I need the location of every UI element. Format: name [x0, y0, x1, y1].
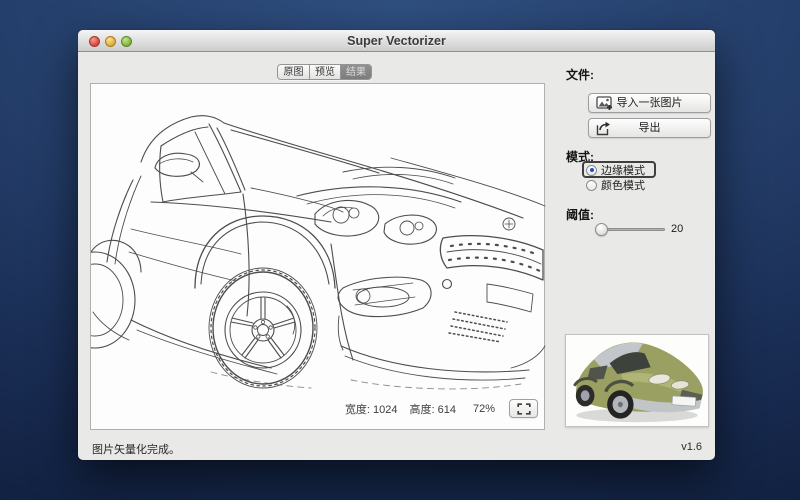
fit-to-window-button[interactable]: [509, 399, 538, 418]
tab-result[interactable]: 结果: [340, 65, 371, 79]
radio-edge-mode[interactable]: 边缘模式: [586, 163, 645, 177]
status-message: 图片矢量化完成。: [92, 441, 180, 457]
radio-button-unselected[interactable]: [586, 180, 597, 191]
export-button[interactable]: 导出: [588, 118, 711, 138]
version-label: v1.6: [681, 441, 702, 453]
desktop: { "window": { "title": "Super Vectorizer…: [0, 0, 800, 500]
result-canvas[interactable]: 宽度:1024 高度:614 72%: [90, 83, 545, 430]
height-value: 614: [438, 404, 456, 416]
export-label: 导出: [639, 122, 661, 134]
radio-button-selected[interactable]: [586, 165, 597, 176]
window-title: Super Vectorizer: [78, 30, 715, 52]
edge-mode-label: 边缘模式: [601, 162, 645, 178]
tab-preview[interactable]: 预览: [309, 65, 340, 79]
app-window: Super Vectorizer 原图 预览 结果: [78, 30, 715, 460]
titlebar[interactable]: Super Vectorizer: [78, 30, 715, 52]
import-image-label: 导入一张图片: [617, 97, 683, 109]
slider-thumb[interactable]: [595, 223, 608, 236]
import-image-button[interactable]: 导入一张图片: [588, 93, 711, 113]
threshold-value: 20: [671, 223, 683, 236]
width-value: 1024: [373, 404, 397, 416]
width-label: 宽度:: [345, 404, 370, 416]
image-size-info: 宽度:1024 高度:614 72%: [345, 399, 538, 418]
color-mode-label: 颜色模式: [601, 177, 645, 193]
radio-color-mode[interactable]: 颜色模式: [586, 178, 645, 192]
picture-plus-icon: [596, 96, 614, 111]
share-arrow-icon: [596, 121, 614, 136]
threshold-slider[interactable]: [596, 223, 665, 236]
image-dimensions: 宽度:1024 高度:614: [345, 401, 459, 417]
file-section-label: 文件:: [566, 66, 594, 83]
height-label: 高度:: [410, 404, 435, 416]
car-photo: [566, 335, 708, 426]
fit-to-window-icon: [517, 403, 531, 415]
vectorized-car-drawing: [91, 84, 546, 431]
view-tabs: 原图 预览 结果: [277, 64, 372, 80]
threshold-section-label: 阈值:: [566, 206, 594, 223]
zoom-percent: 72%: [473, 403, 495, 415]
original-image-thumbnail: [565, 334, 709, 427]
tab-original[interactable]: 原图: [278, 65, 309, 79]
